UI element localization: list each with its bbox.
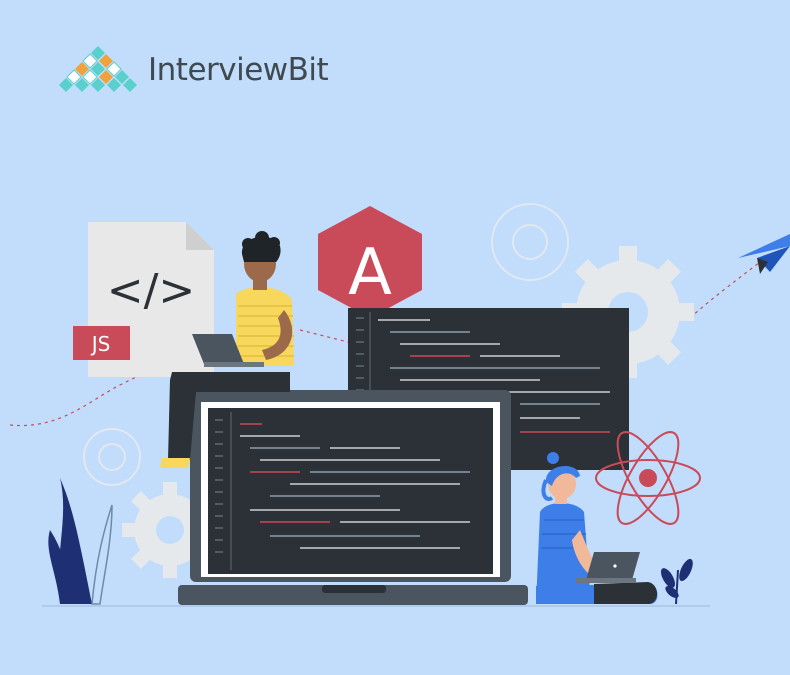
js-badge: JS bbox=[73, 326, 130, 360]
developers-illustration: </> JS A bbox=[9, 203, 790, 607]
plant-right bbox=[661, 558, 693, 605]
js-badge-label: JS bbox=[90, 332, 111, 356]
dashed-trail-right bbox=[689, 261, 761, 319]
angular-logo-icon: A bbox=[318, 206, 422, 318]
code-tag-glyph: </> bbox=[107, 265, 196, 316]
angular-letter: A bbox=[348, 236, 392, 310]
plant-left bbox=[48, 478, 113, 605]
hero-illustration: InterviewBit </> JS A bbox=[0, 0, 790, 675]
paper-plane-icon bbox=[738, 234, 790, 274]
main-laptop bbox=[178, 390, 528, 605]
